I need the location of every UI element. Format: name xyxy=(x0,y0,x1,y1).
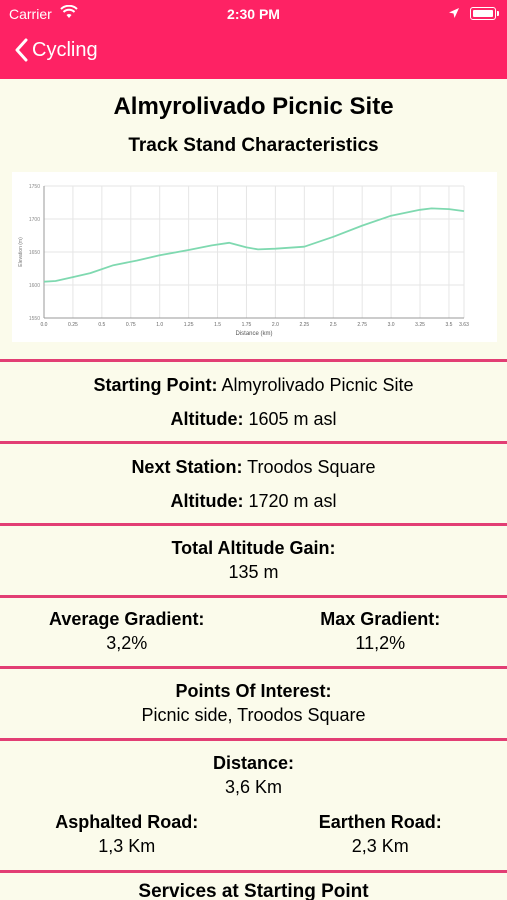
divider xyxy=(0,523,507,526)
starting-point-value: Almyrolivado Picnic Site xyxy=(221,375,414,395)
x-tick-label: 0.75 xyxy=(126,322,136,328)
content: Almyrolivado Picnic Site Track Stand Cha… xyxy=(0,79,507,342)
average-gradient-value: 3,2% xyxy=(106,633,148,653)
x-tick-label: 3.63 xyxy=(459,322,469,328)
points-of-interest-section: Points Of Interest: Picnic side, Troodos… xyxy=(0,679,507,727)
back-button[interactable]: Cycling xyxy=(14,38,98,62)
next-station-section: Next Station: Troodos Square Altitude: 1… xyxy=(0,450,507,518)
services-section: Services at Starting Point xyxy=(0,880,507,900)
altitude-gain-section: Total Altitude Gain: 135 m xyxy=(0,536,507,584)
x-tick-label: 1.0 xyxy=(156,322,163,328)
page-title: Almyrolivado Picnic Site xyxy=(113,93,394,120)
asphalted-road-value: 1,3 Km xyxy=(98,836,156,856)
points-of-interest-label: Points Of Interest: xyxy=(175,681,332,701)
x-tick-label: 0.0 xyxy=(41,322,48,328)
y-tick-label: 1550 xyxy=(29,316,40,322)
x-axis-label: Distance (km) xyxy=(235,331,272,337)
x-tick-label: 2.25 xyxy=(299,322,309,328)
road-type-section: Asphalted Road: 1,3 Km Earthen Road: 2,3… xyxy=(0,810,507,858)
y-tick-label: 1650 xyxy=(29,250,40,256)
divider xyxy=(0,441,507,444)
battery-icon xyxy=(470,7,499,20)
divider xyxy=(0,666,507,669)
distance-label: Distance: xyxy=(212,753,295,773)
y-tick-label: 1700 xyxy=(29,217,40,223)
next-altitude-value: 1720 m asl xyxy=(248,491,337,511)
y-tick-label: 1750 xyxy=(29,184,40,190)
next-station-label: Next Station: xyxy=(131,457,243,477)
earthen-road-label: Earthen Road: xyxy=(318,812,442,832)
divider xyxy=(0,738,507,741)
distance-section: Distance: 3,6 Km xyxy=(0,751,507,799)
max-gradient-value: 11,2% xyxy=(355,633,406,653)
clock: 2:30 PM xyxy=(227,6,280,22)
x-tick-label: 2.5 xyxy=(330,322,337,328)
starting-altitude-value: 1605 m asl xyxy=(248,409,337,429)
distance-value: 3,6 Km xyxy=(224,777,283,797)
x-tick-label: 2.75 xyxy=(357,322,367,328)
status-bar: Carrier 2:30 PM xyxy=(0,0,507,28)
average-gradient-label: Average Gradient: xyxy=(49,609,205,629)
x-tick-label: 0.5 xyxy=(98,322,105,328)
next-altitude-label: Altitude: xyxy=(170,491,244,511)
divider xyxy=(0,359,507,362)
y-axis-label: Elevation (m) xyxy=(18,237,24,267)
elevation-chart-svg: 1550 1600 1650 1700 1750 0.0 0.25 0.5 0.75 1.0 1.2… xyxy=(18,184,469,337)
x-tick-label: 1.5 xyxy=(214,322,221,328)
starting-point-section: Starting Point: Almyrolivado Picnic Site… xyxy=(0,368,507,436)
page-subtitle: Track Stand Characteristics xyxy=(128,135,379,156)
x-tick-label: 3.0 xyxy=(388,322,395,328)
starting-point-label: Starting Point: xyxy=(93,375,218,395)
starting-altitude-label: Altitude: xyxy=(170,409,244,429)
divider xyxy=(0,870,507,873)
elevation-chart: 1550 1600 1650 1700 1750 0.0 0.25 0.5 0.75 1.0 1.2… xyxy=(12,172,497,342)
location-arrow-icon xyxy=(448,6,460,22)
x-tick-label: 1.75 xyxy=(242,322,252,328)
x-tick-label: 0.25 xyxy=(68,322,78,328)
altitude-gain-value: 135 m xyxy=(228,562,279,582)
points-of-interest-value: Picnic side, Troodos Square xyxy=(141,705,366,725)
earthen-road-value: 2,3 Km xyxy=(351,836,409,856)
x-tick-label: 2.0 xyxy=(272,322,279,328)
divider xyxy=(0,595,507,598)
navigation-bar: Cycling xyxy=(0,28,507,79)
x-tick-label: 3.25 xyxy=(415,322,425,328)
altitude-gain-label: Total Altitude Gain: xyxy=(171,538,336,558)
max-gradient-label: Max Gradient: xyxy=(320,609,441,629)
services-label: Services at Starting Point xyxy=(138,881,369,900)
back-label: Cycling xyxy=(32,38,98,61)
y-tick-label: 1600 xyxy=(29,283,40,289)
chevron-left-icon xyxy=(15,38,28,62)
x-tick-label: 1.25 xyxy=(184,322,194,328)
next-station-value: Troodos Square xyxy=(247,457,376,477)
x-tick-label: 3.5 xyxy=(445,322,452,328)
asphalted-road-label: Asphalted Road: xyxy=(55,812,199,832)
gradient-section: Average Gradient: 3,2% Max Gradient: 11,… xyxy=(0,607,507,655)
